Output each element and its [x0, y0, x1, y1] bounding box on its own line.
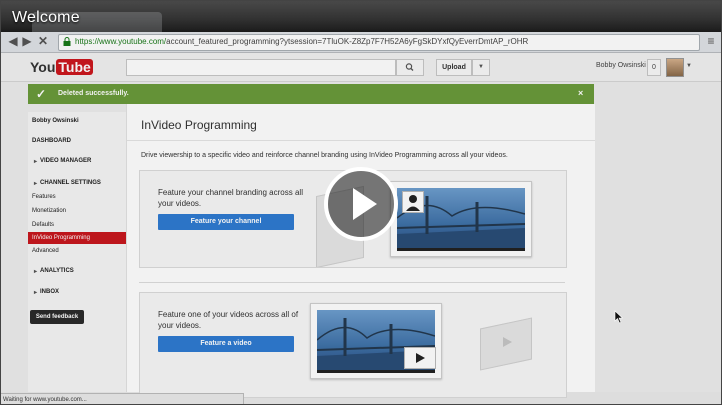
page-title: InVideo Programming: [141, 118, 257, 132]
tab-strip: [0, 0, 722, 32]
success-alert: ✓ Deleted successfully. ×: [28, 84, 594, 104]
search-icon: [405, 63, 414, 71]
progress-bar: [317, 370, 435, 373]
send-feedback-button[interactable]: Send feedback: [30, 310, 84, 324]
youtube-header: You Tube Upload ▼ Bobby Owsinski 0 ▼: [0, 53, 722, 82]
browser-toolbar: ◀ ▶ ✕ https://www.youtube.com/account_fe…: [0, 32, 722, 53]
sidebar-user[interactable]: Bobby Owsinski: [32, 118, 79, 124]
sidebar-item-inbox[interactable]: INBOX: [34, 289, 59, 296]
feature-channel-button[interactable]: Feature your channel: [158, 214, 294, 230]
sidebar-item-channel-settings[interactable]: CHANNEL SETTINGS: [34, 180, 101, 187]
mouse-pointer-icon: [614, 310, 624, 324]
url-path: account_featured_programming?ytsession=7…: [166, 37, 529, 46]
user-name[interactable]: Bobby Owsinski: [596, 62, 646, 69]
play-button[interactable]: [324, 167, 398, 241]
search-button[interactable]: [396, 59, 424, 76]
browser-status-bar: Waiting for www.youtube.com...: [0, 393, 244, 405]
url-secure: https://www.youtube.com/: [75, 37, 167, 46]
sidebar: Bobby Owsinski DASHBOARD VIDEO MANAGER C…: [28, 112, 128, 392]
avatar[interactable]: [666, 58, 684, 77]
alert-message: Deleted successfully.: [58, 90, 129, 97]
play-icon: [416, 353, 425, 363]
forward-arrow-icon[interactable]: ▶: [20, 34, 34, 48]
caret-down-icon[interactable]: ▼: [686, 63, 692, 69]
sidebar-item-invideo-programming[interactable]: InVideo Programming: [32, 235, 90, 241]
chevron-down-icon[interactable]: ▼: [472, 59, 490, 76]
main-content: InVideo Programming Drive viewership to …: [126, 104, 595, 398]
feature-video-panel: Feature one of your videos across all of…: [139, 292, 567, 398]
channel-avatar: [402, 191, 424, 213]
play-icon: [353, 188, 377, 220]
address-bar[interactable]: https://www.youtube.com/account_featured…: [58, 34, 700, 51]
mini-player: [404, 347, 436, 369]
logo-you: You: [30, 59, 56, 75]
logo-tube: Tube: [56, 59, 93, 75]
search-input[interactable]: [126, 59, 396, 76]
intro-text: Drive viewership to a specific video and…: [141, 152, 508, 159]
sidebar-item-features[interactable]: Features: [32, 194, 56, 200]
back-arrow-icon[interactable]: ◀: [6, 34, 20, 48]
stop-icon[interactable]: ✕: [36, 34, 50, 48]
screen: ◀ ▶ ✕ https://www.youtube.com/account_fe…: [0, 0, 722, 405]
menu-icon[interactable]: ≡: [704, 34, 718, 48]
lock-icon: [63, 37, 71, 46]
panel-description: Feature one of your videos across all of…: [158, 310, 299, 330]
close-icon[interactable]: ×: [578, 88, 583, 98]
progress-bar: [397, 248, 525, 251]
person-icon: [406, 195, 420, 211]
sidebar-item-dashboard[interactable]: DASHBOARD: [32, 138, 71, 144]
panel-separator: [139, 282, 565, 283]
check-icon: ✓: [36, 87, 47, 101]
sidebar-item-video-manager[interactable]: VIDEO MANAGER: [34, 158, 91, 165]
youtube-logo[interactable]: You Tube: [30, 59, 93, 75]
divider: [127, 140, 595, 141]
sidebar-item-analytics[interactable]: ANALYTICS: [34, 268, 74, 275]
notifications-button[interactable]: 0: [647, 59, 661, 76]
upload-button[interactable]: Upload: [436, 59, 472, 76]
feature-video-button[interactable]: Feature a video: [158, 336, 294, 352]
video-title: Welcome: [12, 9, 80, 26]
sidebar-item-advanced[interactable]: Advanced: [32, 248, 59, 254]
url-text: https://www.youtube.com/account_featured…: [75, 37, 695, 46]
panel-description: Feature your channel branding across all…: [158, 188, 303, 208]
sidebar-item-defaults[interactable]: Defaults: [32, 222, 54, 228]
sidebar-item-monetization[interactable]: Monetization: [32, 208, 66, 214]
play-icon: [503, 337, 512, 347]
